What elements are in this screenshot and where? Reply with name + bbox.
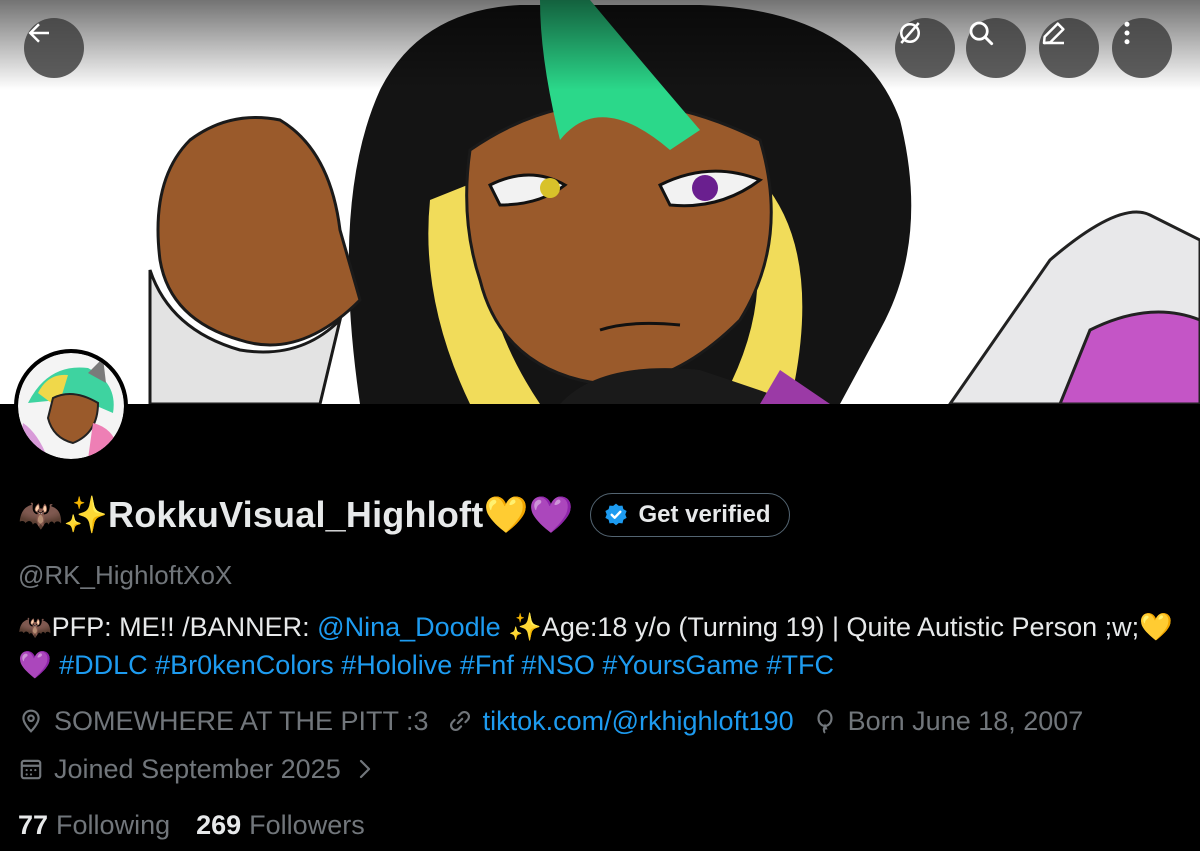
- joined-row[interactable]: Joined September 2025: [18, 749, 375, 789]
- profile-meta: SOMEWHERE AT THE PITT :3 tiktok.com/@rkh…: [18, 701, 1101, 741]
- following-number: 77: [18, 809, 49, 840]
- avatar-artwork: [18, 353, 124, 459]
- following-count[interactable]: 77 Following: [18, 810, 170, 841]
- location: SOMEWHERE AT THE PITT :3: [18, 706, 429, 737]
- search-button[interactable]: [966, 18, 1026, 78]
- user-handle: @RK_HighloftXoX: [18, 560, 233, 590]
- bio-hashtags[interactable]: #DDLC #Br0kenColors #Hololive #Fnf #NSO …: [59, 650, 834, 680]
- avatar[interactable]: [14, 349, 128, 463]
- website[interactable]: tiktok.com/@rkhighloft190: [447, 706, 794, 737]
- bio-text: 🦇PFP: ME!! /BANNER:: [18, 612, 318, 642]
- birthday: Born June 18, 2007: [812, 705, 1084, 737]
- chevron-right-icon: [359, 759, 370, 779]
- followers-label: Followers: [249, 809, 365, 840]
- joined: Joined September 2025: [18, 754, 341, 785]
- name-row: 🦇✨RokkuVisual_Highloft💛💜 Get verified: [18, 490, 790, 540]
- back-button[interactable]: [24, 18, 84, 78]
- link-icon: [449, 711, 470, 731]
- profile-banner[interactable]: [0, 0, 1200, 404]
- followers-count[interactable]: 269 Followers: [196, 810, 365, 841]
- birthday-text: Born June 18, 2007: [847, 705, 1084, 736]
- website-link[interactable]: tiktok.com/@rkhighloft190: [483, 706, 794, 737]
- calendar-icon: [20, 759, 42, 780]
- more-vertical-icon: [1124, 21, 1130, 45]
- grok-button[interactable]: [895, 18, 955, 78]
- bio: 🦇PFP: ME!! /BANNER: @Nina_Doodle ✨Age:18…: [18, 608, 1188, 684]
- location-text: SOMEWHERE AT THE PITT :3: [54, 705, 429, 736]
- following-label: Following: [56, 809, 171, 840]
- verified-badge-icon: [604, 503, 627, 526]
- followers-number: 269: [196, 809, 242, 840]
- search-icon: [969, 21, 994, 46]
- location-pin-icon: [22, 709, 40, 733]
- get-verified-label: Get verified: [638, 501, 771, 528]
- edit-icon: [1042, 22, 1065, 45]
- follow-counts: 77 Following 269 Followers: [18, 805, 391, 845]
- display-name: 🦇✨RokkuVisual_Highloft💛💜: [18, 494, 574, 535]
- more-options-button[interactable]: [1112, 18, 1172, 78]
- bio-mention-link[interactable]: @Nina_Doodle: [317, 612, 501, 642]
- back-arrow-icon: [28, 23, 49, 43]
- balloon-icon: [817, 709, 833, 734]
- edit-button[interactable]: [1039, 18, 1099, 78]
- grok-icon: [900, 22, 920, 44]
- get-verified-button[interactable]: Get verified: [589, 493, 790, 537]
- joined-text: Joined September 2025: [54, 753, 341, 784]
